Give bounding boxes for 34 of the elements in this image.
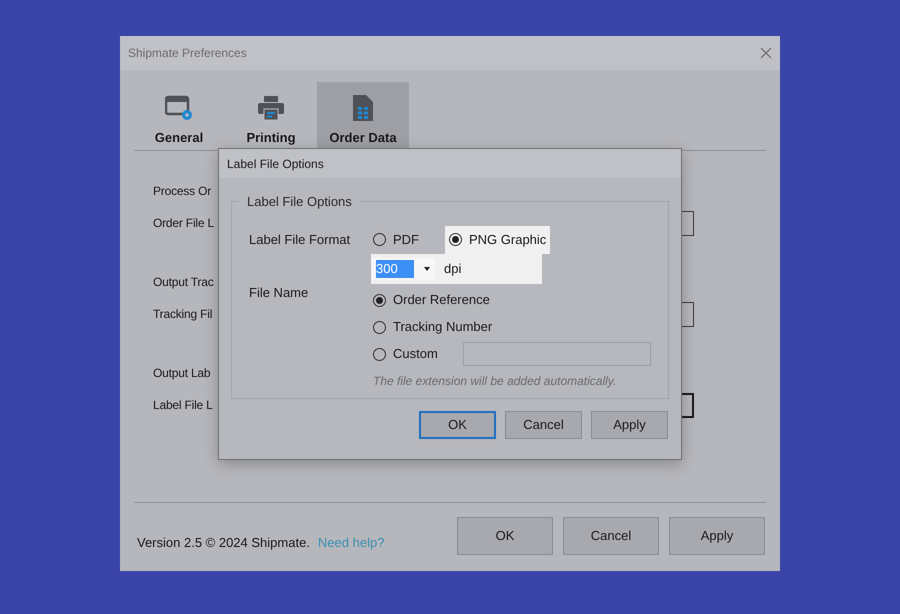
radio-option[interactable]: PDF xyxy=(373,226,445,254)
group-title: Label File Options xyxy=(246,193,353,211)
radio-option[interactable]: PNG Graphic xyxy=(445,226,550,254)
dialog-title: Label File Options xyxy=(227,156,324,172)
document-grid-icon xyxy=(352,94,374,122)
dialog-button[interactable]: OK xyxy=(419,410,496,438)
field-label: File Name xyxy=(249,284,310,302)
radio-option[interactable]: Tracking Number xyxy=(373,317,492,337)
dialog-button[interactable]: Apply xyxy=(669,517,765,555)
setting-label: Tracking Fil xyxy=(153,306,212,323)
setting-label: Label File L xyxy=(153,397,213,414)
setting-label: Process Or xyxy=(153,183,212,200)
preference-tab[interactable]: General xyxy=(133,82,225,150)
printer-icon xyxy=(257,95,285,121)
radio-option[interactable]: Custom xyxy=(373,344,461,364)
setting-label: Output Trac xyxy=(153,274,214,291)
field-label: Label File Format xyxy=(249,230,352,249)
custom-name-field[interactable] xyxy=(463,342,651,366)
radio-option[interactable]: Order Reference xyxy=(373,290,490,310)
setting-label: Order File L xyxy=(153,215,214,232)
caret-icon xyxy=(424,266,430,270)
preference-tab[interactable]: Order Data xyxy=(317,82,409,150)
close-icon[interactable] xyxy=(760,47,772,59)
preference-tab[interactable]: Printing xyxy=(225,82,317,150)
dialog-button[interactable]: Cancel xyxy=(505,410,582,438)
setting-label: Output Lab xyxy=(153,365,210,382)
dialog-button[interactable]: Cancel xyxy=(563,517,659,555)
unit-label: dpi xyxy=(444,260,462,278)
dialog-button[interactable]: Apply xyxy=(591,410,668,438)
dialog-button[interactable]: OK xyxy=(457,517,553,555)
window-gear-icon xyxy=(165,95,193,121)
window-title: Shipmate Preferences xyxy=(128,45,247,62)
hint-text: The file extension will be added automatically. xyxy=(373,372,618,390)
version-text: Version 2.5 © 2024 Shipmate. xyxy=(137,534,310,552)
